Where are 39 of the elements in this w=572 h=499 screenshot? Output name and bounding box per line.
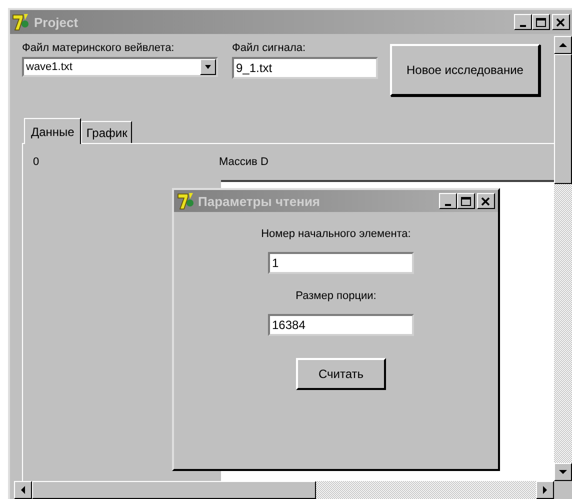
index-label: 0 — [33, 156, 40, 170]
new-study-button[interactable]: Новое исследование — [390, 44, 540, 96]
array-label: Массив D — [219, 156, 268, 170]
minimize-icon — [445, 204, 451, 206]
field-label: Файл сигнала: — [232, 42, 307, 54]
minimize-icon — [520, 25, 526, 27]
scrollbar-thumb[interactable] — [554, 54, 572, 184]
minimize-button[interactable] — [439, 193, 457, 209]
scroll-down-button[interactable] — [554, 463, 572, 481]
maximize-icon — [534, 16, 548, 28]
maximize-icon — [459, 194, 473, 208]
portion-size-field[interactable]: 16384 — [268, 314, 414, 336]
scrollbar-thumb[interactable] — [32, 481, 316, 499]
maximize-button[interactable] — [457, 193, 475, 209]
scroll-left-button[interactable] — [14, 481, 32, 499]
app-icon — [177, 192, 195, 210]
dropdown-arrow-icon — [204, 63, 212, 71]
field-label: Файл материнского вейвлета: — [22, 42, 176, 54]
app-icon — [12, 13, 30, 31]
left-arrow-icon — [19, 486, 27, 494]
tab[interactable]: Данные — [24, 118, 82, 144]
minimize-button[interactable] — [514, 14, 532, 30]
down-arrow-icon — [559, 468, 567, 476]
field-label: Номер начального элемента: — [261, 228, 411, 240]
close-button[interactable] — [477, 193, 495, 209]
close-button[interactable] — [552, 14, 570, 30]
scroll-right-button[interactable] — [536, 481, 554, 499]
window-title: Project — [34, 14, 80, 30]
maximize-button[interactable] — [532, 14, 550, 30]
wavelet-file-dropdown[interactable]: wave1.txt — [22, 57, 218, 77]
field-label: Размер порции: — [296, 290, 376, 302]
start-element-field[interactable]: 1 — [268, 252, 414, 274]
read-button[interactable]: Считать — [296, 358, 386, 390]
dialog-title: Параметры чтения — [198, 194, 322, 208]
scroll-up-button[interactable] — [554, 36, 572, 54]
right-arrow-icon — [541, 486, 549, 494]
tab[interactable]: График — [81, 121, 132, 143]
up-arrow-icon — [559, 41, 567, 49]
signal-file-field[interactable]: 9_1.txt — [232, 57, 378, 79]
